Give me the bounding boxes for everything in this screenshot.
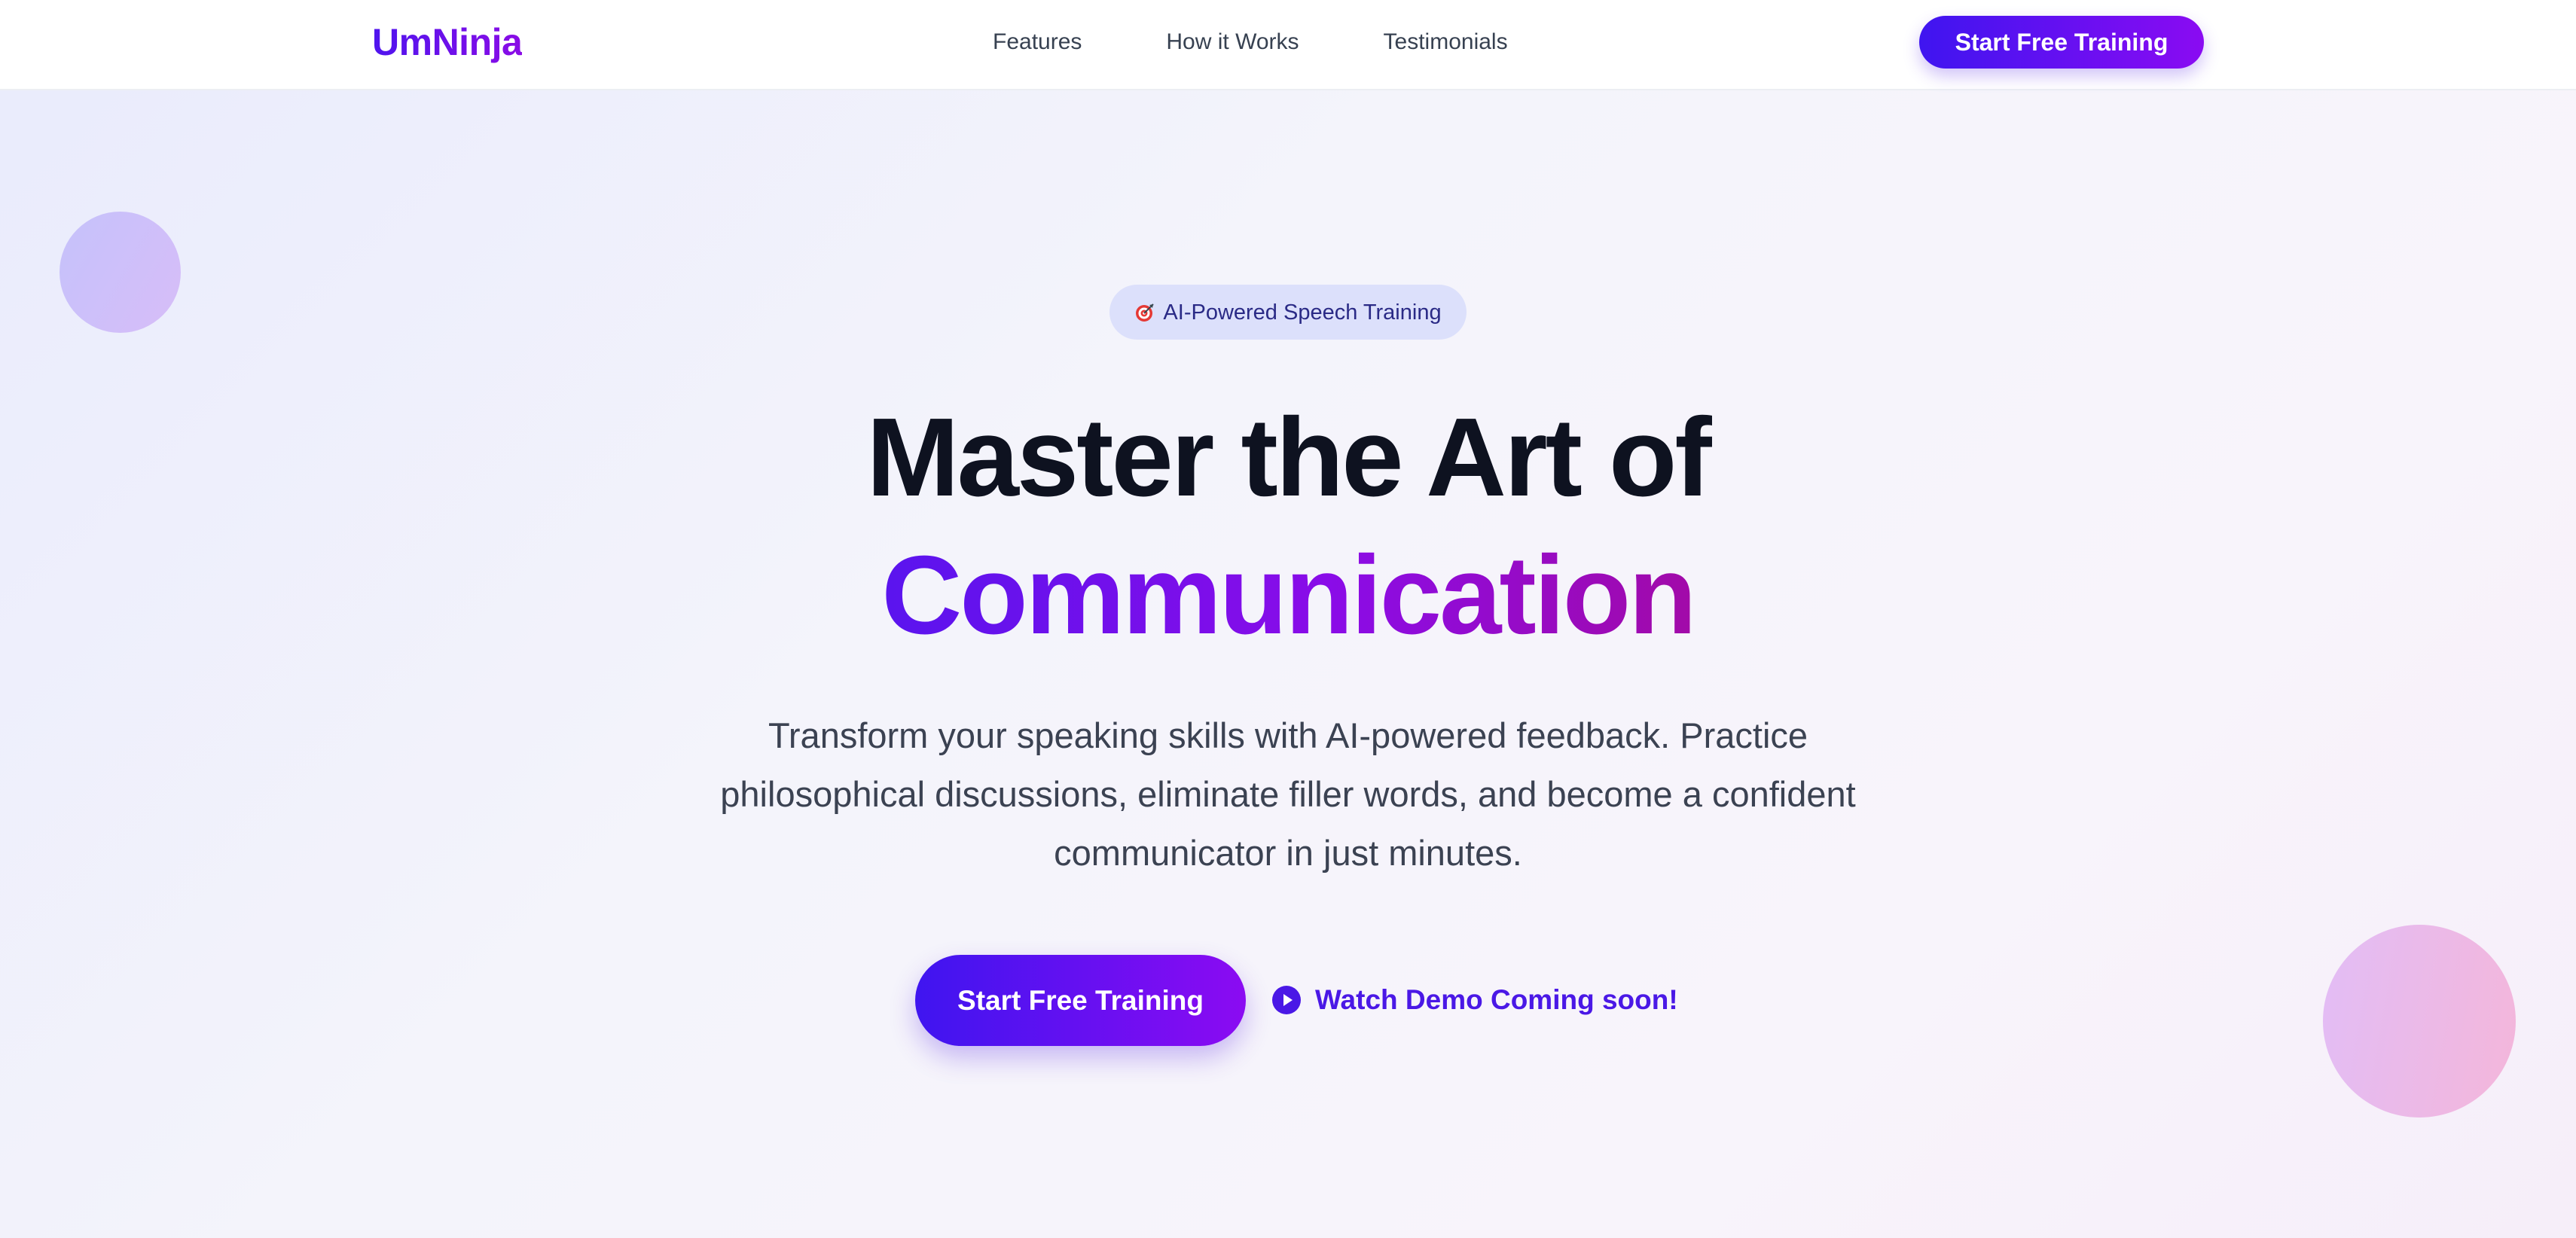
play-circle-icon bbox=[1272, 986, 1301, 1014]
hero-headline-line1: Master the Art of bbox=[866, 395, 1711, 520]
hero-subtitle: Transform your speaking skills with AI-p… bbox=[720, 715, 1856, 873]
watch-demo-link[interactable]: Watch Demo Coming soon! bbox=[1271, 983, 1678, 1017]
decorative-circle-right bbox=[2323, 925, 2516, 1118]
nav-link-features[interactable]: Features bbox=[993, 27, 1082, 57]
hero-start-free-training-button[interactable]: Start Free Training bbox=[915, 955, 1246, 1046]
nav-link-how-it-works[interactable]: How it Works bbox=[1166, 27, 1299, 57]
hero-headline-line2: Communication bbox=[0, 531, 2576, 660]
top-navigation-bar: UmNinja Features How it Works Testimonia… bbox=[0, 0, 2576, 90]
nav-link-testimonials[interactable]: Testimonials bbox=[1384, 27, 1508, 57]
hero-headline-gradient-word: Communication bbox=[881, 533, 1696, 657]
target-icon bbox=[1134, 302, 1155, 323]
brand-logo[interactable]: UmNinja bbox=[372, 20, 523, 65]
decorative-circle-left bbox=[60, 212, 181, 333]
watch-demo-label: Watch Demo Coming soon! bbox=[1315, 984, 1678, 1015]
ai-speech-training-badge: AI-Powered Speech Training bbox=[1109, 285, 1467, 340]
nav-links: Features How it Works Testimonials bbox=[993, 27, 1508, 57]
badge-label: AI-Powered Speech Training bbox=[1163, 300, 1442, 325]
nav-start-free-training-button[interactable]: Start Free Training bbox=[1919, 16, 2204, 69]
